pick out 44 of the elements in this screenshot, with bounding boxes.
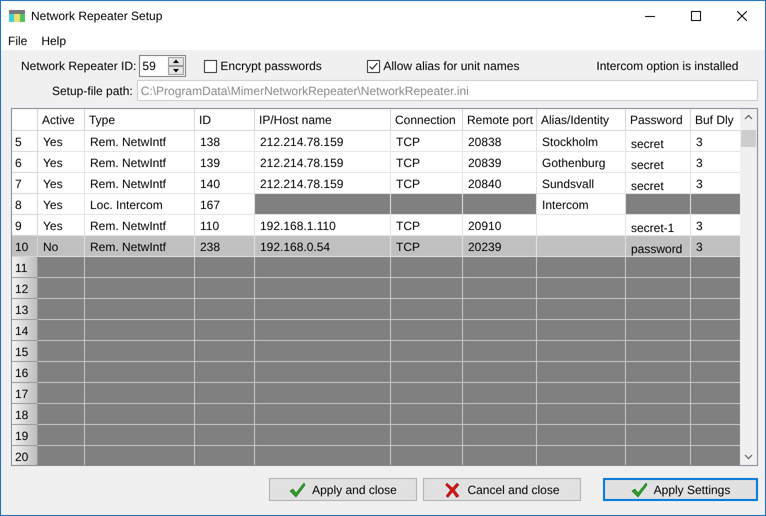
table-row[interactable]: 5 Yes Rem. NetwIntf 138 212.214.78.159 TCP 20838 Stockholm secret 3 xyxy=(12,131,740,152)
table-row[interactable]: 10 No Rem. NetwIntf 238 192.168.0.54 TCP 20239 password 3 xyxy=(12,236,740,257)
row-number: 20 xyxy=(12,446,38,465)
menu-item[interactable]: Help xyxy=(34,34,74,48)
app-icon xyxy=(9,8,25,24)
dialog-button[interactable]: Cancel and close xyxy=(423,478,581,501)
row-number: 17 xyxy=(12,383,38,404)
table-row[interactable]: 9 Yes Rem. NetwIntf 110 192.168.1.110 TCP 20910 secret-1 3 xyxy=(12,215,740,236)
row-number: 13 xyxy=(12,299,38,320)
scroll-thumb[interactable] xyxy=(741,130,756,147)
close-icon[interactable] xyxy=(737,11,747,21)
cross-icon xyxy=(444,482,462,498)
row-number: 7 xyxy=(12,173,38,194)
check-icon xyxy=(630,482,648,498)
row-number: 8 xyxy=(12,194,38,215)
spin-buttons[interactable] xyxy=(168,57,184,75)
field-label: Setup-file path: xyxy=(52,84,133,98)
scrollbar[interactable] xyxy=(740,109,757,465)
field-label: Network Repeater ID: xyxy=(21,59,136,73)
row-number: 14 xyxy=(12,320,38,341)
row-number: 11 xyxy=(12,257,38,278)
checkbox[interactable] xyxy=(367,60,380,72)
row-number: 9 xyxy=(12,215,38,236)
table-row[interactable]: 8 Yes Loc. Intercom 167 Intercom xyxy=(12,194,740,215)
checkbox-label: Allow alias for unit names xyxy=(383,59,520,73)
row-number: 10 xyxy=(12,236,38,257)
row-number: 15 xyxy=(12,341,38,362)
status-text: Intercom option is installed xyxy=(596,59,738,73)
table-row[interactable]: 6 Yes Rem. NetwIntf 139 212.214.78.159 TCP 20839 Gothenburg secret 3 xyxy=(12,152,740,173)
window-title: Network Repeater Setup xyxy=(31,9,164,23)
dialog-button[interactable]: Apply Settings xyxy=(603,478,758,501)
table-row[interactable]: 7 Yes Rem. NetwIntf 140 212.214.78.159 TCP 20840 Sundsvall secret 3 xyxy=(12,173,740,194)
maximize-icon[interactable] xyxy=(691,11,701,21)
row-number: 16 xyxy=(12,362,38,383)
row-number: 19 xyxy=(12,425,38,446)
menu-item[interactable]: File xyxy=(1,34,34,48)
row-number: 5 xyxy=(12,131,38,152)
checkbox-label: Encrypt passwords xyxy=(220,59,322,73)
checkbox[interactable] xyxy=(204,60,218,72)
check-icon xyxy=(289,482,306,498)
dialog-button[interactable]: Apply and close xyxy=(269,478,417,501)
row-number: 12 xyxy=(12,278,38,299)
row-number: 18 xyxy=(12,404,38,425)
row-number: 6 xyxy=(12,152,38,173)
